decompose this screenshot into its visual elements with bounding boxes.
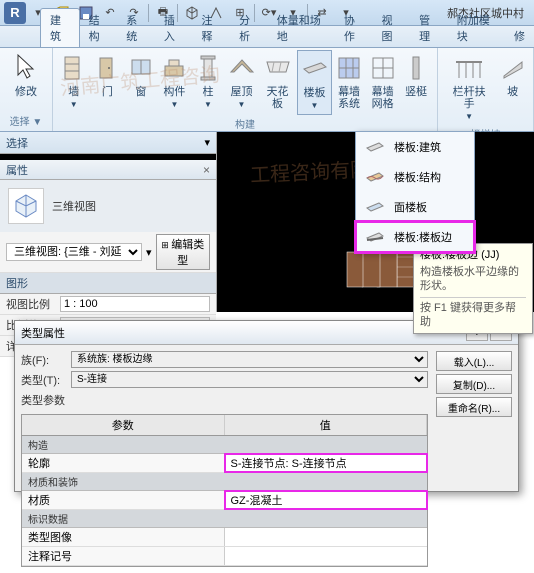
wall-button[interactable]: 墙▼: [57, 50, 91, 115]
properties-header: 属性 ×: [0, 160, 216, 180]
selection-bar: 选择 ▾: [0, 132, 216, 154]
tab-view[interactable]: 视图: [372, 9, 410, 47]
edit-type-button[interactable]: ⊞ 编辑类型: [156, 234, 210, 270]
duplicate-button[interactable]: 复制(D)...: [436, 374, 512, 394]
railing-icon: [453, 52, 485, 84]
ramp-button[interactable]: 坡: [496, 50, 529, 125]
floor-struct-item[interactable]: 楼板:结构: [356, 162, 474, 192]
param-material-value[interactable]: GZ-混凝土: [225, 491, 428, 509]
door-button[interactable]: 门: [91, 50, 125, 115]
section-materials: 材质和装饰: [22, 473, 427, 491]
tab-analyze[interactable]: 分析: [230, 9, 268, 47]
window-icon: [127, 52, 155, 84]
floor-icon: [301, 53, 329, 85]
floor-face-item[interactable]: 面楼板: [356, 192, 474, 222]
column-icon: [194, 52, 222, 84]
view-selector-row: 三维视图: {三维 - 刘延 ▾ ⊞ 编辑类型: [0, 232, 216, 273]
tab-insert[interactable]: 插入: [155, 9, 193, 47]
section-construction: 构造: [22, 436, 427, 454]
type-label: 类型(T):: [21, 372, 71, 388]
modify-button[interactable]: 修改: [4, 50, 48, 112]
floor-arch-item[interactable]: 楼板:建筑: [356, 132, 474, 162]
tooltip-desc: 构造楼板水平边缘的形状。: [420, 265, 526, 293]
family-select[interactable]: 系统族: 楼板边缘: [71, 351, 428, 368]
params-table: 参数值 构造 轮廓S-连接节点: S-连接节点 材质和装饰 材质GZ-混凝土 标…: [21, 414, 428, 567]
roof-icon: [228, 52, 256, 84]
floor-face-icon: [364, 198, 386, 216]
param-type-image-row: 类型图像: [22, 528, 427, 547]
tab-systems[interactable]: 系统: [117, 9, 155, 47]
load-button[interactable]: 载入(L)...: [436, 351, 512, 371]
view-scale-input[interactable]: [60, 296, 210, 312]
cursor-icon: [10, 52, 42, 84]
floor-arch-icon: [364, 138, 386, 156]
floor-button[interactable]: 楼板▼: [297, 50, 333, 115]
ceiling-button[interactable]: 天花板: [258, 50, 296, 115]
type-select[interactable]: S-连接: [71, 371, 428, 388]
col-value: 值: [225, 415, 428, 435]
tooltip: 楼板:楼板边 (JJ) 构造楼板水平边缘的形状。 按 F1 键获得更多帮助: [413, 243, 533, 334]
group-select-label[interactable]: 选择 ▼: [4, 112, 48, 129]
param-keynote-row: 注释记号: [22, 547, 427, 566]
properties-close-icon[interactable]: ×: [203, 163, 210, 177]
curtain-grid-icon: [369, 52, 397, 84]
tab-massing[interactable]: 体量和场地: [268, 9, 335, 47]
col-param: 参数: [22, 415, 225, 435]
tab-modify[interactable]: 修: [505, 25, 534, 47]
ribbon-panel: 修改 选择 ▼ 墙▼ 门 窗 构件▼ 柱▼ 屋顶▼ 天花板 楼板▼ 幕墙 系统 …: [0, 48, 534, 132]
roof-button[interactable]: 屋顶▼: [225, 50, 259, 115]
param-keynote-value[interactable]: [225, 547, 428, 565]
prop-view-scale: 视图比例: [0, 294, 216, 315]
mullion-icon: [402, 52, 430, 84]
curtain-system-icon: [335, 52, 363, 84]
type-properties-dialog: 类型属性 ?× 族(F):系统族: 楼板边缘 类型(T):S-连接 类型参数 参…: [14, 320, 519, 492]
wall-icon: [60, 52, 88, 84]
floor-struct-icon: [364, 168, 386, 186]
props-section-graphics: 图形: [0, 273, 216, 294]
ramp-icon: [499, 52, 527, 84]
param-profile-value[interactable]: S-连接节点: S-连接节点: [225, 454, 428, 472]
component-button[interactable]: 构件▼: [158, 50, 192, 115]
floor-dropdown-menu: 楼板:建筑 楼板:结构 面楼板 楼板:楼板边: [355, 131, 475, 253]
tab-structure[interactable]: 结构: [80, 9, 118, 47]
tab-architecture[interactable]: 建筑: [40, 8, 80, 47]
ribbon-tabs: 建筑 结构 系统 插入 注释 分析 体量和场地 协作 视图 管理 附加模块 修: [0, 26, 534, 48]
select-label: 选择: [6, 135, 28, 151]
tab-annotate[interactable]: 注释: [193, 9, 231, 47]
view-selector[interactable]: 三维视图: {三维 - 刘延: [6, 243, 142, 261]
app-logo-icon[interactable]: R: [4, 2, 26, 24]
param-type-image-value[interactable]: [225, 528, 428, 546]
rename-button[interactable]: 重命名(R)...: [436, 397, 512, 417]
curtain-grid-button[interactable]: 幕墙 网格: [366, 50, 400, 115]
left-column: 选择 ▾ 属性 × 三维视图 三维视图: {三维 - 刘延 ▾ ⊞ 编辑类型 图…: [0, 132, 217, 312]
railing-button[interactable]: 栏杆扶手▼: [442, 50, 496, 125]
mullion-button[interactable]: 竖梃: [399, 50, 433, 115]
family-label: 族(F):: [21, 352, 71, 368]
component-icon: [160, 52, 188, 84]
tab-addins[interactable]: 附加模块: [448, 9, 505, 47]
section-identity: 标识数据: [22, 510, 427, 528]
group-build-label: 构建: [57, 115, 433, 132]
type-params-label: 类型参数: [21, 392, 428, 408]
window-button[interactable]: 窗: [124, 50, 158, 115]
properties-type-selector[interactable]: 三维视图: [0, 180, 216, 232]
tab-manage[interactable]: 管理: [410, 9, 448, 47]
param-material-row: 材质GZ-混凝土: [22, 491, 427, 510]
curtain-system-button[interactable]: 幕墙 系统: [332, 50, 366, 115]
ceiling-icon: [264, 52, 292, 84]
param-profile-row: 轮廓S-连接节点: S-连接节点: [22, 454, 427, 473]
door-icon: [93, 52, 121, 84]
column-button[interactable]: 柱▼: [191, 50, 225, 115]
select-dropdown-icon[interactable]: ▾: [204, 136, 210, 149]
tab-collaborate[interactable]: 协作: [335, 9, 373, 47]
floor-edge-icon: [364, 228, 386, 246]
view-type-icon: [8, 188, 44, 224]
tooltip-help: 按 F1 键获得更多帮助: [420, 297, 526, 329]
floor-edge-item[interactable]: 楼板:楼板边: [356, 222, 474, 252]
